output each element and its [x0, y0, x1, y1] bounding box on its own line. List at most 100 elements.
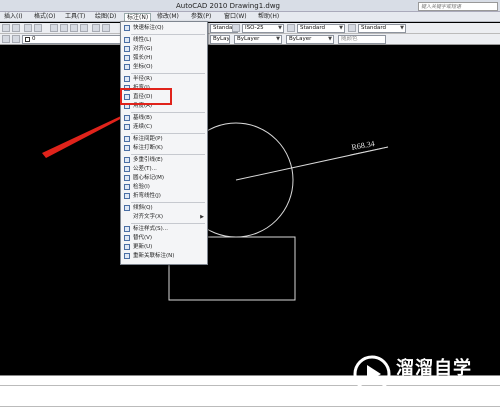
standard-toolbar: Standard▼ ISO-25▼ Standard▼ Standard▼ [0, 23, 500, 34]
plot-style-select[interactable]: 随颜色 [338, 35, 386, 44]
radius-icon [124, 76, 130, 82]
menu-window[interactable]: 窗口(W) [224, 13, 247, 21]
menu-item-baseline[interactable]: 基线(B) [121, 114, 207, 123]
mleader-style-icon[interactable] [348, 24, 356, 32]
menu-insert[interactable]: 插入(I) [4, 13, 22, 21]
dim-space-icon [124, 136, 130, 142]
menu-item-quick-dim[interactable]: 快速标注(Q) [121, 24, 207, 33]
design-center-icon[interactable] [80, 24, 88, 32]
menu-modify[interactable]: 修改(M) [157, 13, 179, 21]
menu-divider [131, 34, 205, 35]
menu-item-dim-break[interactable]: 标注打断(K) [121, 144, 207, 153]
play-logo-icon [353, 355, 391, 393]
table-style-icon[interactable] [287, 24, 295, 32]
undo-icon[interactable] [24, 24, 32, 32]
override-icon [124, 235, 130, 241]
new-icon[interactable] [2, 24, 10, 32]
menu-item-dim-space[interactable]: 标注间距(P) [121, 135, 207, 144]
menu-item-update[interactable]: 更新(U) [121, 243, 207, 252]
menu-item-tolerance[interactable]: 公差(T)... [121, 165, 207, 174]
menu-item-align-text[interactable]: 对齐文字(X) ▶ [121, 213, 207, 222]
menu-item-jogged-linear[interactable]: 折弯线性(J) [121, 192, 207, 201]
drawing-canvas[interactable]: R68.34 [0, 45, 500, 375]
lineweight-select[interactable]: ByLayer ▼ [286, 35, 334, 44]
layer-state-icon[interactable] [12, 35, 20, 43]
reassociate-icon [124, 253, 130, 259]
table-style-select[interactable]: Standard ▼ [297, 24, 345, 33]
update-icon [124, 244, 130, 250]
redo-icon[interactable] [34, 24, 42, 32]
tolerance-icon [124, 166, 130, 172]
chevron-down-icon: ▼ [328, 36, 332, 42]
chevron-down-icon: ▼ [400, 25, 404, 31]
dim-break-icon [124, 145, 130, 151]
color-select[interactable]: ByLayer [210, 35, 230, 44]
menu-divider [131, 154, 205, 155]
dim-style-select[interactable]: ISO-25 ▼ [242, 24, 284, 33]
dimension-menu: 快速标注(Q) 线性(L) 对齐(G) 弧长(H) 坐标(O) 半径(R) 折弯… [120, 21, 208, 265]
menu-item-oblique[interactable]: 倾斜(Q) [121, 204, 207, 213]
ordinate-icon [124, 64, 130, 70]
menu-format[interactable]: 格式(O) [34, 13, 55, 21]
chevron-down-icon: ▼ [276, 36, 280, 42]
menu-bar: 插入(I) 格式(O) 工具(T) 绘图(D) 标注(N) 修改(M) 参数(P… [0, 12, 500, 22]
mleader-style-select[interactable]: Standard ▼ [358, 24, 406, 33]
center-mark-icon [124, 175, 130, 181]
layers-toolbar: 0 ByLayer ByLayer▼ ByLayer▼ 随颜色 [0, 34, 500, 45]
zoom-icon[interactable] [50, 24, 58, 32]
arc-length-icon [124, 55, 130, 61]
quick-dim-icon [124, 25, 130, 31]
menu-item-aligned[interactable]: 对齐(G) [121, 45, 207, 54]
menu-divider [131, 112, 205, 113]
multileader-icon [124, 157, 130, 163]
dimension-text: R68.34 [351, 139, 376, 152]
linetype-select[interactable]: ByLayer ▼ [234, 35, 282, 44]
chevron-down-icon: ▼ [339, 25, 343, 31]
help-search-input[interactable]: 键入关键字或短语 [418, 2, 498, 11]
watermark-url: ZIXUE.3D66.COM [398, 378, 473, 386]
menu-item-center-mark[interactable]: 圆心标记(M) [121, 174, 207, 183]
oblique-icon [124, 205, 130, 211]
menu-item-radius[interactable]: 半径(R) [121, 75, 207, 84]
tool-palette-icon[interactable] [92, 24, 100, 32]
menu-draw[interactable]: 绘图(D) [95, 13, 116, 21]
linear-icon [124, 37, 130, 43]
menu-divider [131, 223, 205, 224]
inspect-icon [124, 184, 130, 190]
command-divider [0, 406, 500, 407]
menu-item-inspect[interactable]: 检验(I) [121, 183, 207, 192]
layer-color-icon [25, 37, 30, 42]
menu-divider [131, 202, 205, 203]
layer-manager-icon[interactable] [2, 35, 10, 43]
menu-item-linear[interactable]: 线性(L) [121, 36, 207, 45]
submenu-arrow-icon: ▶ [200, 214, 204, 220]
calculator-icon[interactable] [102, 24, 110, 32]
menu-item-ordinate[interactable]: 坐标(O) [121, 63, 207, 72]
diameter-highlight-box [120, 88, 172, 105]
menu-item-reassociate[interactable]: 重新关联标注(N) [121, 252, 207, 261]
layer-select[interactable]: 0 [22, 35, 122, 44]
dim-style-icon[interactable] [232, 24, 240, 32]
menu-parametric[interactable]: 参数(P) [191, 13, 211, 21]
pan-icon[interactable] [60, 24, 68, 32]
menu-item-multileader[interactable]: 多重引线(E) [121, 156, 207, 165]
menu-tools[interactable]: 工具(T) [65, 13, 85, 21]
menu-divider [131, 73, 205, 74]
menu-item-dim-style[interactable]: 标注样式(S)... [121, 225, 207, 234]
dim-style-icon [124, 226, 130, 232]
watermark-brand: 溜溜自学 [396, 358, 472, 379]
menu-item-override[interactable]: 替代(V) [121, 234, 207, 243]
window-title: AutoCAD 2010 Drawing1.dwg [176, 2, 280, 10]
menu-divider [131, 133, 205, 134]
menu-item-continue[interactable]: 连续(C) [121, 123, 207, 132]
properties-icon[interactable] [70, 24, 78, 32]
title-bar: AutoCAD 2010 Drawing1.dwg 键入关键字或短语 [0, 0, 500, 12]
watermark: 溜溜自学 ZIXUE.3D66.COM [352, 352, 472, 396]
jogged-linear-icon [124, 193, 130, 199]
continue-icon [124, 124, 130, 130]
baseline-icon [124, 115, 130, 121]
chevron-down-icon: ▼ [278, 25, 282, 31]
menu-help[interactable]: 帮助(H) [258, 13, 279, 21]
open-icon[interactable] [12, 24, 20, 32]
menu-item-arc-length[interactable]: 弧长(H) [121, 54, 207, 63]
